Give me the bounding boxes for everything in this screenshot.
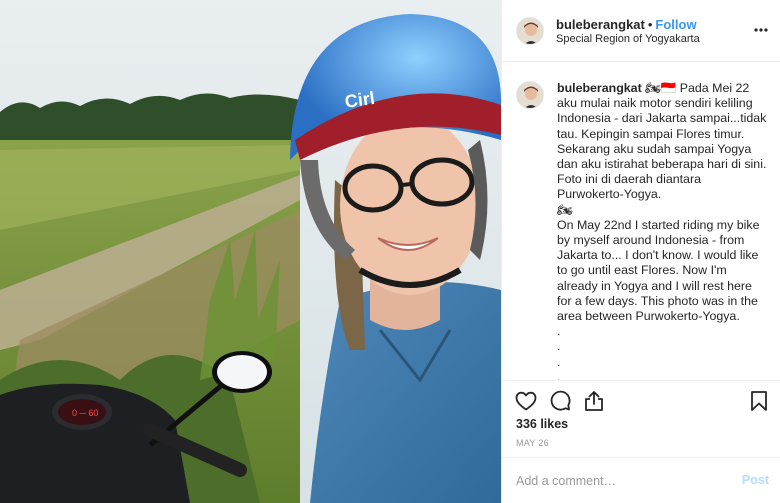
post-actions: 336 likes MAY 26 Post	[502, 380, 780, 502]
svg-text:0 ─ 60: 0 ─ 60	[72, 408, 98, 418]
selfie-image: 0 ─ 60 Cirl	[0, 0, 501, 503]
comment-bubble-icon[interactable]	[548, 389, 572, 413]
avatar[interactable]	[516, 81, 544, 109]
caption-section: buleberangkat 🏍🇮🇩 Pada Mei 22 aku mulai …	[502, 63, 780, 380]
caption-username[interactable]: buleberangkat	[557, 81, 642, 95]
comment-input[interactable]	[516, 471, 726, 491]
heart-icon[interactable]	[514, 389, 538, 413]
post-photo[interactable]: 0 ─ 60 Cirl	[0, 0, 501, 503]
comment-form: Post	[502, 457, 780, 503]
post-date[interactable]: MAY 26	[516, 438, 549, 448]
post-side-panel: buleberangkat • Follow Special Region of Y…	[501, 0, 780, 503]
location-link[interactable]: Special Region of Yogyakarta	[556, 33, 700, 45]
post-author: buleberangkat • Follow	[556, 17, 697, 32]
more-options-icon[interactable]	[753, 22, 769, 38]
share-icon[interactable]	[582, 389, 606, 413]
follow-button[interactable]: Follow	[655, 17, 696, 32]
separator-dot: •	[647, 17, 653, 32]
likes-count[interactable]: 336 likes	[516, 417, 568, 431]
username-link[interactable]: buleberangkat	[556, 17, 645, 32]
svg-text:Cirl: Cirl	[344, 88, 377, 112]
caption-text: buleberangkat 🏍🇮🇩 Pada Mei 22 aku mulai …	[557, 81, 769, 380]
avatar[interactable]	[516, 17, 544, 45]
post-comment-button[interactable]: Post	[742, 473, 769, 487]
post-header: buleberangkat • Follow Special Region of Y…	[502, 0, 780, 62]
bookmark-icon[interactable]	[747, 389, 771, 413]
caption-body: 🏍🇮🇩 Pada Mei 22 aku mulai naik motor sen…	[557, 81, 767, 380]
